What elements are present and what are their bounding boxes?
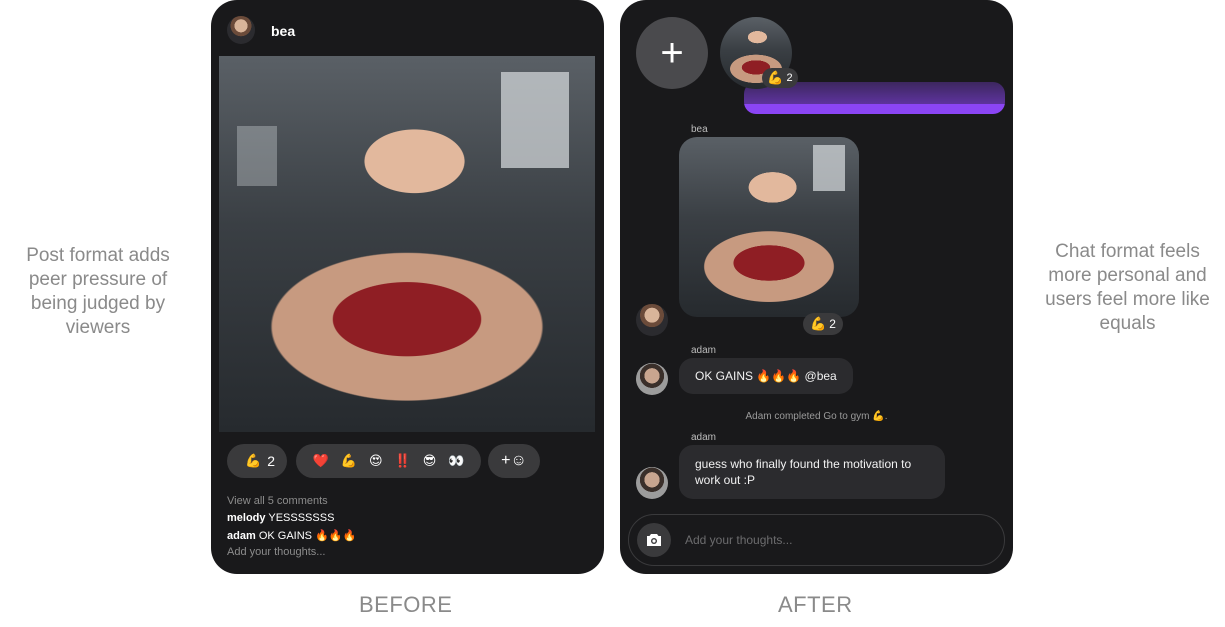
chat-input-bar[interactable]: Add your thoughts... (628, 514, 1005, 566)
flexed-biceps-icon: 💪 (810, 316, 827, 332)
before-post-screen: bea 💪 2 ❤️ 💪 😍 ‼️ 😎 👀 +☺ View all 5 comm… (211, 0, 604, 574)
gym-window (237, 126, 277, 186)
eyes-icon[interactable]: 👀 (448, 454, 464, 469)
heart-icon[interactable]: ❤️ (313, 454, 329, 469)
sender-name: bea (691, 124, 708, 135)
heart-eyes-icon[interactable]: 😍 (369, 454, 383, 469)
chat-message[interactable]: guess who finally found the motivation t… (679, 445, 945, 499)
flexed-biceps-icon: 💪 (245, 453, 262, 469)
system-message: Adam completed Go to gym 💪. (745, 411, 888, 422)
double-exclamation-icon[interactable]: ‼️ (395, 454, 411, 469)
gym-window (813, 145, 845, 191)
bea-avatar[interactable] (227, 16, 255, 44)
camera-icon (647, 534, 661, 546)
reaction-count: 2 (267, 453, 275, 469)
sender-name: adam (691, 432, 717, 443)
flexed-biceps-icon: 💪 (767, 70, 784, 86)
view-comments-link[interactable]: View all 5 comments (227, 495, 328, 507)
comment-text: YESSSSSSS (268, 512, 335, 524)
comment-user[interactable]: adam (227, 530, 256, 542)
right-caption: Chat format feels more personal and user… (1045, 241, 1210, 334)
plus-icon: + (660, 30, 684, 75)
add-thoughts-input[interactable]: Add your thoughts... (227, 546, 325, 558)
post-username[interactable]: bea (271, 23, 295, 39)
bea-avatar[interactable] (636, 304, 668, 336)
before-label: BEFORE (359, 592, 453, 617)
after-chat-screen: + 💪 2 bea 💪 2 adam OK GAINS 🔥🔥🔥 @bea Ada… (620, 0, 1013, 574)
flexed-biceps-icon[interactable]: 💪 (341, 454, 357, 469)
adam-avatar[interactable] (636, 363, 668, 395)
story-reaction-badge[interactable]: 💪 2 (762, 68, 798, 88)
chat-message[interactable]: OK GAINS 🔥🔥🔥 @bea (679, 358, 853, 394)
adam-avatar[interactable] (636, 467, 668, 499)
chat-photo-message[interactable] (679, 137, 859, 317)
comment-user[interactable]: melody (227, 512, 266, 524)
reaction-count: 2 (829, 317, 836, 331)
add-story-button[interactable]: + (636, 17, 708, 89)
sunglasses-icon[interactable]: 😎 (423, 454, 437, 469)
comment-row: melody YESSSSSSS (227, 512, 334, 524)
gym-window (501, 72, 569, 168)
reaction-picker[interactable]: ❤️ 💪 😍 ‼️ 😎 👀 (296, 444, 481, 478)
left-caption: Post format adds peer pressure of being … (26, 245, 170, 338)
post-photo[interactable] (219, 56, 595, 432)
comment-text: OK GAINS 🔥🔥🔥 (258, 530, 357, 542)
thoughts-input[interactable]: Add your thoughts... (685, 533, 792, 547)
after-label: AFTER (778, 592, 853, 617)
reaction-count: 2 (786, 72, 793, 84)
add-reaction-button[interactable]: +☺ (488, 444, 540, 478)
comment-row: adam OK GAINS 🔥🔥🔥 (227, 529, 356, 542)
camera-button[interactable] (637, 523, 671, 557)
reaction-count-badge[interactable]: 💪 2 (227, 444, 287, 478)
sender-name: adam (691, 345, 717, 356)
message-reaction-badge[interactable]: 💪 2 (803, 313, 843, 335)
